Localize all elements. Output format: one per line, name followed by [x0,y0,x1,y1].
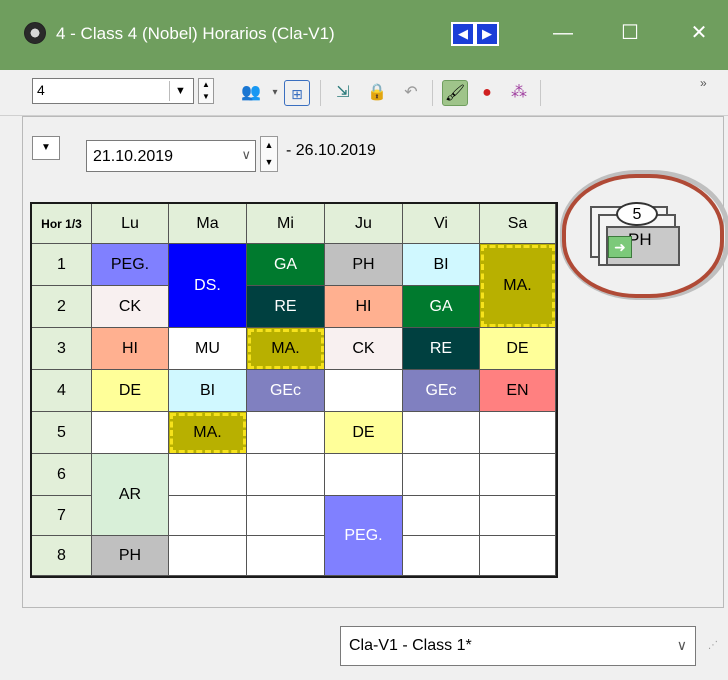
hour-label: 5 [32,412,92,454]
empty-slot[interactable] [169,454,247,496]
empty-slot[interactable] [480,496,556,536]
lesson-cell[interactable]: PEG. [325,496,403,576]
lesson-cell[interactable]: HI [325,286,403,328]
lesson-cell[interactable]: MA. [169,412,247,454]
lesson-cell[interactable]: CK [325,328,403,370]
lesson-cell[interactable]: GEc [403,370,480,412]
empty-slot[interactable] [169,536,247,576]
lesson-cell[interactable]: MU [169,328,247,370]
paint-brush-icon[interactable]: 🖌 [442,80,468,106]
class-selector-combobox[interactable]: 4 ▼ [32,78,194,104]
lesson-cell[interactable]: GA [403,286,480,328]
version-selector[interactable]: Cla-V1 - Class 1* ∨ [340,626,696,666]
lesson-cell[interactable]: PEG. [92,244,169,286]
empty-slot[interactable] [92,412,169,454]
unplanned-count-badge: 5 [616,202,658,226]
version-selector-value: Cla-V1 - Class 1* [349,637,472,654]
day-header[interactable]: Ma [169,204,247,244]
lesson-cell[interactable]: MA. [247,328,325,370]
date-spinner[interactable]: ▲ ▼ [260,136,278,172]
hour-label: 4 [32,370,92,412]
day-header[interactable]: Sa [480,204,556,244]
timetable-grid: Hor 1/3 Lu Ma Mi Ju Vi Sa 1 2 3 4 5 6 7 … [30,202,558,578]
toolbar-separator [540,80,541,106]
lesson-cell[interactable]: BI [403,244,480,286]
empty-slot[interactable] [325,370,403,412]
hour-label: 7 [32,496,92,536]
chevron-down-icon[interactable]: ∨ [241,147,251,163]
lesson-cell[interactable]: AR [92,454,169,536]
toolbar-overflow-icon[interactable]: » [700,76,707,90]
lesson-cell[interactable]: GEc [247,370,325,412]
empty-slot[interactable] [403,536,480,576]
triangle-right-icon: ▶ [482,26,492,41]
day-header[interactable]: Vi [403,204,480,244]
lesson-cell[interactable]: HI [92,328,169,370]
triangle-left-icon: ◀ [458,26,468,41]
chevron-down-icon[interactable]: ▼ [169,81,191,101]
next-element-button[interactable]: ▶ [475,22,499,46]
empty-slot[interactable] [480,412,556,454]
lesson-cell[interactable]: CK [92,286,169,328]
day-header[interactable]: Lu [92,204,169,244]
fit-grid-icon[interactable]: ⊞ [284,80,310,106]
arrow-right-icon: ➜ [608,236,632,258]
empty-slot[interactable] [247,496,325,536]
lesson-cell[interactable]: GA [247,244,325,286]
lesson-cell[interactable]: PH [92,536,169,576]
lesson-cell[interactable]: DS. [169,244,247,328]
hour-label: 8 [32,536,92,576]
empty-slot[interactable] [480,536,556,576]
hour-label: 6 [32,454,92,496]
lesson-cell[interactable]: DE [92,370,169,412]
lesson-cell[interactable]: DE [325,412,403,454]
empty-slot[interactable] [403,454,480,496]
class-selector-value: 4 [37,82,45,98]
teachers-icon[interactable]: 👥 [238,80,264,106]
lesson-cell[interactable]: PH [325,244,403,286]
empty-slot[interactable] [247,454,325,496]
lesson-cell[interactable]: EN [480,370,556,412]
close-button[interactable]: ✕ [676,14,722,52]
pin-icon[interactable]: ● [474,80,500,106]
empty-slot[interactable] [247,536,325,576]
lesson-cell[interactable]: MA. [480,244,556,328]
app-clock-icon [24,22,46,44]
empty-slot[interactable] [247,412,325,454]
start-date-picker[interactable]: 21.10.2019 ∨ [86,140,256,172]
previous-element-button[interactable]: ◀ [451,22,475,46]
period-dropdown-button[interactable]: ▼ [32,136,60,160]
lesson-cell[interactable]: RE [403,328,480,370]
grid-corner: Hor 1/3 [32,204,92,244]
minimize-button[interactable]: — [540,14,586,52]
hour-label: 1 [32,244,92,286]
hour-label: 3 [32,328,92,370]
empty-slot[interactable] [169,496,247,536]
start-date-value: 21.10.2019 [93,148,174,165]
empty-slot[interactable] [480,454,556,496]
lesson-cell[interactable]: RE [247,286,325,328]
class-spinner[interactable]: ▲ ▼ [198,78,214,104]
resize-grip-icon[interactable]: ⋰ [708,640,718,651]
maximize-button[interactable]: ☐ [607,14,653,52]
lesson-cell[interactable]: BI [169,370,247,412]
undo-icon[interactable]: ↶ [398,80,424,106]
empty-slot[interactable] [403,412,480,454]
chevron-down-icon[interactable]: ∨ [677,637,687,654]
end-date-label: - 26.10.2019 [286,142,376,159]
window-title: 4 - Class 4 (Nobel) Horarios (Cla-V1) [56,24,335,43]
toolbar: 4 ▼ ▲ ▼ 👥 ▾ ⊞ ⇲ 🔒 ↶ 🖌 ● ⁂ » [0,70,728,116]
empty-slot[interactable] [325,454,403,496]
empty-slot[interactable] [403,496,480,536]
day-header[interactable]: Ju [325,204,403,244]
hour-label: 2 [32,286,92,328]
lock-icon[interactable]: 🔒 [364,80,390,106]
lesson-cell[interactable]: DE [480,328,556,370]
day-header[interactable]: Mi [247,204,325,244]
molecule-icon[interactable]: ⁂ [506,80,532,106]
import-icon[interactable]: ⇲ [330,80,356,106]
toolbar-separator [432,80,433,106]
toolbar-separator [320,80,321,106]
